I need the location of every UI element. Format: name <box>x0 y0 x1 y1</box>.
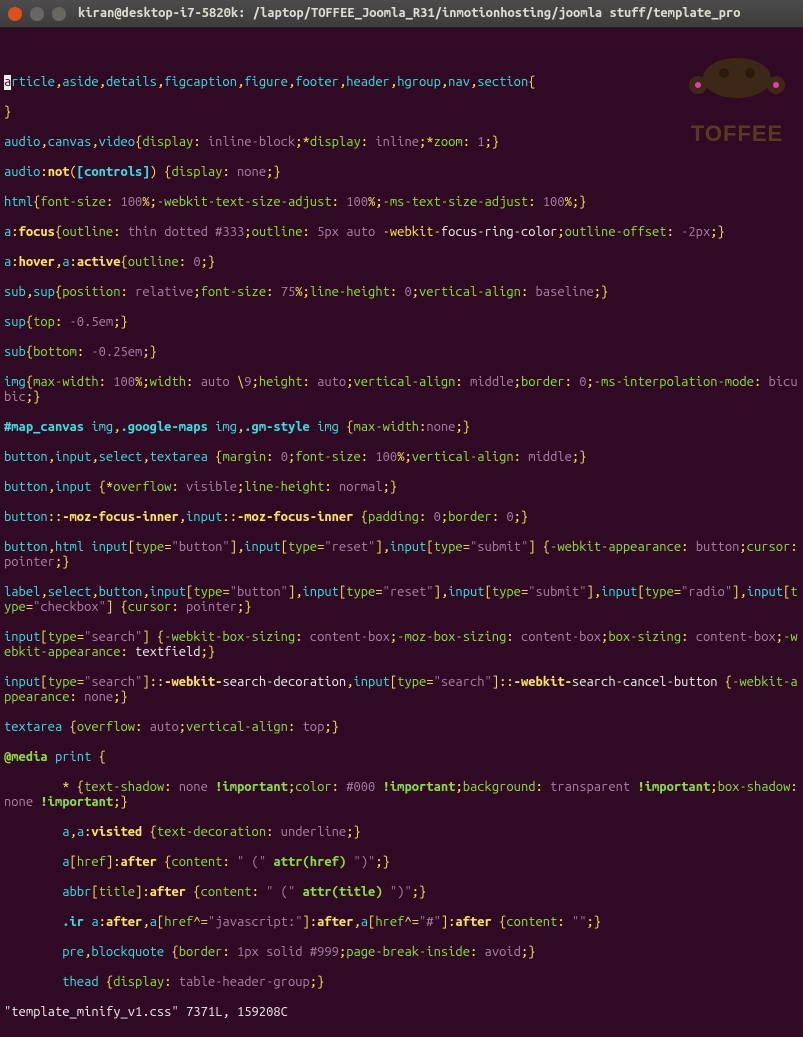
code-line: label,select,button,input[type="button"]… <box>4 585 799 615</box>
status-line: "template_minify_v1.css" 7371L, 159208C <box>4 1005 799 1020</box>
code-line: #map_canvas img,.google-maps img,.gm-sty… <box>4 420 799 435</box>
code-line: pre,blockquote {border: 1px solid #999;p… <box>4 945 799 960</box>
code-line: a:hover,a:active{outline: 0;} <box>4 255 799 270</box>
minimize-icon[interactable] <box>30 7 44 21</box>
code-line: button::-moz-focus-inner,input::-moz-foc… <box>4 510 799 525</box>
code-line: sub{bottom: -0.25em;} <box>4 345 799 360</box>
code-line: audio:not([controls]) {display: none;} <box>4 165 799 180</box>
code-line: thead {display: table-header-group;} <box>4 975 799 990</box>
code-line: button,html input[type="button"],input[t… <box>4 540 799 570</box>
code-line: img{max-width: 100%;width: auto \9;heigh… <box>4 375 799 405</box>
code-line: audio,canvas,video{display: inline-block… <box>4 135 799 150</box>
code-line: article,aside,details,figcaption,figure,… <box>4 75 799 90</box>
titlebar: kiran@desktop-i7-5820k: /laptop/TOFFEE_J… <box>0 0 803 28</box>
code-line: textarea {overflow: auto;vertical-align:… <box>4 720 799 735</box>
maximize-icon[interactable] <box>52 7 66 21</box>
code-line: abbr[title]:after {content: " (" attr(ti… <box>4 885 799 900</box>
code-line: button,input,select,textarea {margin: 0;… <box>4 450 799 465</box>
code-line: @media print { <box>4 750 799 765</box>
code-line: input[type="search"] {-webkit-box-sizing… <box>4 630 799 660</box>
toffee-logo: TOFFEE <box>677 28 797 171</box>
code-line: a,a:visited {text-decoration: underline;… <box>4 825 799 840</box>
code-line: a:focus{outline: thin dotted #333;outlin… <box>4 225 799 240</box>
terminal-viewport[interactable]: TOFFEE article,aside,details,figcaption,… <box>0 28 803 1037</box>
close-icon[interactable] <box>8 7 22 21</box>
code-line: * {text-shadow: none !important;color: #… <box>4 780 799 810</box>
code-line: button,input {*overflow: visible;line-he… <box>4 480 799 495</box>
code-line: a[href]:after {content: " (" attr(href) … <box>4 855 799 870</box>
code-line: input[type="search"]::-webkit-search-dec… <box>4 675 799 705</box>
code-line: } <box>4 105 799 120</box>
code-line: sup{top: -0.5em;} <box>4 315 799 330</box>
code-line: sub,sup{position: relative;font-size: 75… <box>4 285 799 300</box>
window-title: kiran@desktop-i7-5820k: /laptop/TOFFEE_J… <box>78 6 740 21</box>
window-controls <box>8 7 66 21</box>
code-line: html{font-size: 100%;-webkit-text-size-a… <box>4 195 799 210</box>
code-line: .ir a:after,a[href^="javascript:"]:after… <box>4 915 799 930</box>
